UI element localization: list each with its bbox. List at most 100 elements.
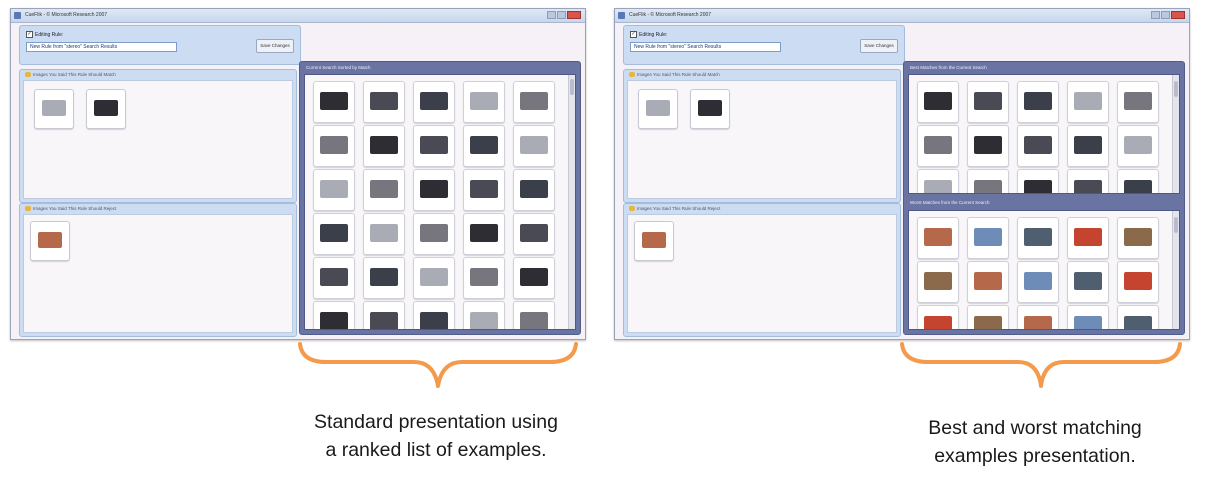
result-thumbnail[interactable] bbox=[513, 81, 555, 123]
match-pane-title: Images You Said This Rule Should Match bbox=[33, 72, 116, 77]
scroll-thumb[interactable] bbox=[1174, 81, 1178, 97]
save-changes-button[interactable]: Save Changes bbox=[860, 39, 898, 53]
save-changes-button[interactable]: Save Changes bbox=[256, 39, 294, 53]
result-thumbnail[interactable] bbox=[413, 81, 455, 123]
caption-right: Best and worst matching examples present… bbox=[840, 414, 1206, 470]
maximize-button[interactable] bbox=[1161, 11, 1170, 19]
worst-match-thumbnail[interactable] bbox=[1067, 261, 1109, 303]
result-thumbnail[interactable] bbox=[513, 125, 555, 167]
reject-example-1[interactable] bbox=[634, 221, 674, 261]
best-match-thumbnail[interactable] bbox=[1117, 81, 1159, 123]
rule-name-field[interactable]: New Rule from "stereo" Search Results bbox=[26, 42, 177, 52]
thumbnail-image bbox=[1024, 228, 1052, 246]
thumbnail-image bbox=[370, 312, 398, 329]
result-thumbnail[interactable] bbox=[413, 213, 455, 255]
result-thumbnail[interactable] bbox=[363, 81, 405, 123]
match-example-2[interactable] bbox=[86, 89, 126, 129]
best-match-thumbnail[interactable] bbox=[967, 81, 1009, 123]
result-thumbnail[interactable] bbox=[463, 213, 505, 255]
result-thumbnail[interactable] bbox=[363, 301, 405, 329]
best-match-thumbnail[interactable] bbox=[1117, 169, 1159, 193]
rule-editor-bar: ✓ Editing Rule: New Rule from "stereo" S… bbox=[19, 25, 301, 65]
result-thumbnail[interactable] bbox=[313, 125, 355, 167]
worst-match-thumbnail[interactable] bbox=[1117, 305, 1159, 329]
close-button[interactable] bbox=[1171, 11, 1185, 19]
thumbnail-image bbox=[470, 224, 498, 242]
result-thumbnail[interactable] bbox=[463, 301, 505, 329]
match-example-2[interactable] bbox=[690, 89, 730, 129]
worst-match-thumbnail[interactable] bbox=[967, 261, 1009, 303]
result-thumbnail[interactable] bbox=[463, 169, 505, 211]
best-match-thumbnail[interactable] bbox=[1117, 125, 1159, 167]
worst-match-thumbnail[interactable] bbox=[917, 305, 959, 329]
editing-checkbox[interactable]: ✓ bbox=[26, 31, 33, 38]
rule-name-field[interactable]: New Rule from "stereo" Search Results bbox=[630, 42, 781, 52]
best-match-thumbnail[interactable] bbox=[1067, 125, 1109, 167]
worst-match-thumbnail[interactable] bbox=[1067, 305, 1109, 329]
maximize-button[interactable] bbox=[557, 11, 566, 19]
best-match-thumbnail[interactable] bbox=[1017, 81, 1059, 123]
best-match-thumbnail[interactable] bbox=[967, 125, 1009, 167]
worst-match-thumbnail[interactable] bbox=[1017, 305, 1059, 329]
result-thumbnail[interactable] bbox=[413, 169, 455, 211]
worst-match-thumbnail[interactable] bbox=[1117, 261, 1159, 303]
result-thumbnail[interactable] bbox=[363, 169, 405, 211]
worst-match-thumbnail[interactable] bbox=[1017, 217, 1059, 259]
best-match-thumbnail[interactable] bbox=[917, 169, 959, 193]
worst-scrollbar[interactable] bbox=[1172, 211, 1179, 329]
result-thumbnail[interactable] bbox=[413, 125, 455, 167]
thumbs-down-icon bbox=[25, 206, 31, 211]
best-match-thumbnail[interactable] bbox=[1017, 125, 1059, 167]
best-match-thumbnail[interactable] bbox=[1067, 169, 1109, 193]
result-thumbnail[interactable] bbox=[363, 257, 405, 299]
rule-editor-bar: ✓ Editing Rule: New Rule from "stereo" S… bbox=[623, 25, 905, 65]
scroll-thumb[interactable] bbox=[570, 79, 574, 95]
worst-match-thumbnail[interactable] bbox=[1017, 261, 1059, 303]
result-thumbnail[interactable] bbox=[313, 213, 355, 255]
best-match-thumbnail[interactable] bbox=[1067, 81, 1109, 123]
results-scrollbar[interactable] bbox=[568, 75, 575, 329]
result-thumbnail[interactable] bbox=[463, 125, 505, 167]
result-thumbnail[interactable] bbox=[513, 169, 555, 211]
result-thumbnail[interactable] bbox=[513, 213, 555, 255]
match-example-1[interactable] bbox=[638, 89, 678, 129]
worst-match-thumbnail[interactable] bbox=[917, 261, 959, 303]
best-match-thumbnail[interactable] bbox=[967, 169, 1009, 193]
window-controls bbox=[1151, 11, 1185, 19]
best-match-thumbnail[interactable] bbox=[1017, 169, 1059, 193]
result-thumbnail[interactable] bbox=[313, 257, 355, 299]
best-match-thumbnail[interactable] bbox=[917, 81, 959, 123]
result-thumbnail[interactable] bbox=[313, 169, 355, 211]
result-thumbnail[interactable] bbox=[313, 301, 355, 329]
worst-match-thumbnail[interactable] bbox=[967, 305, 1009, 329]
stereo-image bbox=[42, 100, 66, 116]
result-thumbnail[interactable] bbox=[463, 81, 505, 123]
result-thumbnail[interactable] bbox=[413, 257, 455, 299]
minimize-button[interactable] bbox=[1151, 11, 1160, 19]
worst-match-thumbnail[interactable] bbox=[1067, 217, 1109, 259]
result-thumbnail[interactable] bbox=[513, 257, 555, 299]
best-scrollbar[interactable] bbox=[1172, 75, 1179, 193]
close-button[interactable] bbox=[567, 11, 581, 19]
results-panel: Best Matches from the Current Search Wor… bbox=[903, 61, 1185, 335]
match-example-1[interactable] bbox=[34, 89, 74, 129]
result-thumbnail[interactable] bbox=[363, 213, 405, 255]
scroll-thumb[interactable] bbox=[1174, 217, 1178, 233]
result-thumbnail[interactable] bbox=[513, 301, 555, 329]
best-matches-title: Best Matches from the Current Search bbox=[910, 65, 987, 70]
result-thumbnail[interactable] bbox=[313, 81, 355, 123]
reject-pane-header: Images You Said This Rule Should Reject bbox=[629, 206, 720, 211]
result-thumbnail[interactable] bbox=[413, 301, 455, 329]
caption-left-line2: a ranked list of examples. bbox=[325, 439, 547, 461]
thumbnail-image bbox=[470, 92, 498, 110]
editing-checkbox[interactable]: ✓ bbox=[630, 31, 637, 38]
result-thumbnail[interactable] bbox=[363, 125, 405, 167]
thumbnail-image bbox=[420, 224, 448, 242]
reject-example-1[interactable] bbox=[30, 221, 70, 261]
result-thumbnail[interactable] bbox=[463, 257, 505, 299]
worst-match-thumbnail[interactable] bbox=[917, 217, 959, 259]
minimize-button[interactable] bbox=[547, 11, 556, 19]
worst-match-thumbnail[interactable] bbox=[967, 217, 1009, 259]
best-match-thumbnail[interactable] bbox=[917, 125, 959, 167]
worst-match-thumbnail[interactable] bbox=[1117, 217, 1159, 259]
